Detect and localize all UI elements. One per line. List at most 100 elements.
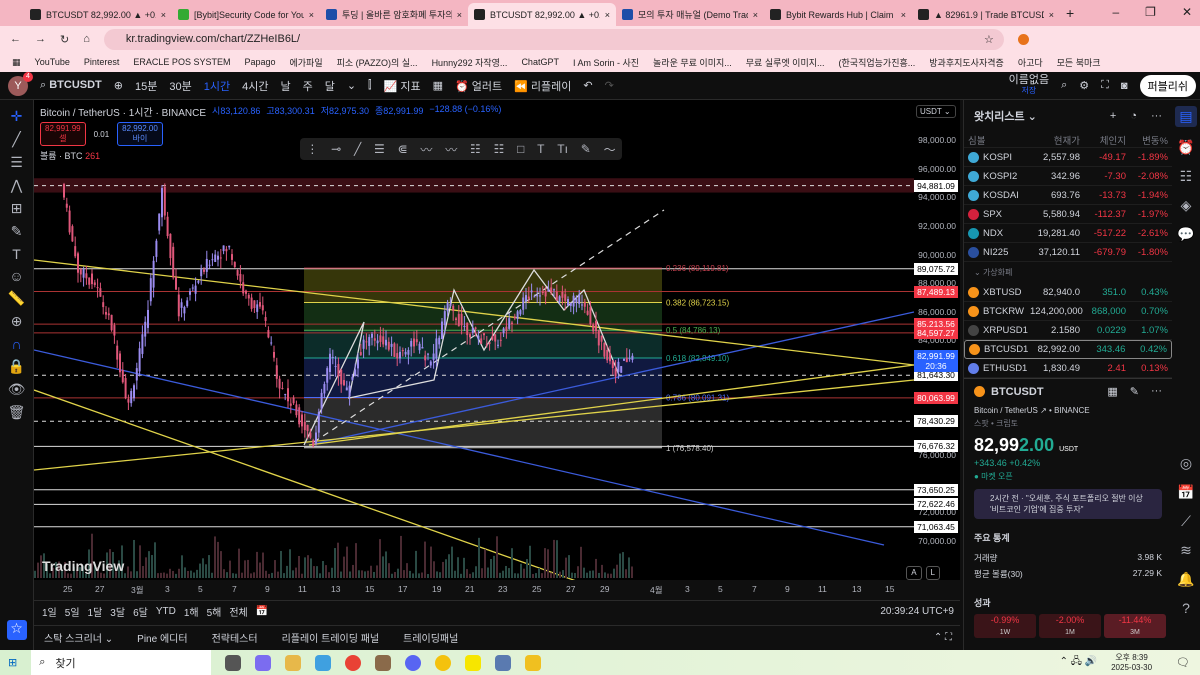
currency-select[interactable]: USDT ⌄ [916, 105, 956, 118]
close-icon[interactable]: × [161, 10, 166, 20]
home-icon[interactable]: ⌂ [83, 33, 90, 45]
path-icon[interactable]: 〜 [604, 141, 616, 158]
hide-drawings-icon[interactable]: 👁 [8, 381, 26, 398]
bookmark[interactable]: 방과후지도사자격증 [929, 56, 1004, 69]
bookmark[interactable]: I Am Sorin - 사진 [573, 56, 639, 69]
copilot-icon[interactable] [255, 654, 272, 671]
buy-button[interactable]: 82,992.00 바이 [117, 122, 163, 146]
trash-icon[interactable]: 🗑 [8, 404, 26, 421]
calculator-icon[interactable] [495, 654, 512, 671]
apps-icon[interactable]: ▦ [12, 57, 21, 68]
price-axis[interactable]: USDT ⌄ 98,000.00 96,000.00 94,000.00 92,000… [34, 100, 960, 580]
ideas-icon[interactable]: ⟋ [1181, 513, 1191, 530]
media-player-icon[interactable] [435, 654, 452, 671]
interval-30m[interactable]: 30분 [169, 78, 191, 94]
chart-pane[interactable]: 0.236 (89,119.81) 0.382 (86,723.15) 0.5 (8… [33, 100, 960, 675]
chart-pie-icon[interactable]: ◔ [1130, 110, 1137, 122]
tab-replay-trading-panel[interactable]: 리플레이 트레이딩 패널 [282, 630, 380, 645]
app-icon[interactable] [375, 654, 392, 671]
bookmark[interactable]: Hunny292 자작영... [432, 56, 508, 69]
camera-icon[interactable]: ◙ [1121, 80, 1128, 92]
profile-icon[interactable] [1017, 33, 1029, 45]
forward-icon[interactable]: → [35, 33, 46, 45]
bookmark[interactable]: ChatGPT [521, 57, 559, 67]
taskbar-search[interactable]: ⌕ 찾기 [31, 650, 212, 675]
favorites-star-icon[interactable]: ☆ [6, 620, 27, 640]
interval-1h[interactable]: 1시간 [204, 78, 230, 94]
kakaotalk-icon[interactable] [465, 654, 482, 671]
fullscreen-icon[interactable]: ⛶ [1101, 79, 1109, 92]
new-tab-button[interactable]: + [1066, 5, 1074, 21]
lock-drawings-icon[interactable]: 🔒 [8, 358, 25, 375]
indicators-button[interactable]: 📈 지표 [384, 78, 421, 94]
fib-retracement-icon[interactable]: ☷ [470, 142, 481, 156]
forecast-icon[interactable]: ⊞ [11, 200, 23, 217]
tab-stock-screener[interactable]: 스탁 스크리너 ⌄ [44, 630, 113, 645]
perf-1w[interactable]: -0.99% 1W [974, 614, 1036, 638]
watchlist-row[interactable]: BTCUSD1 82,992.00 343.46 0.42% [964, 340, 1172, 359]
candle-type-icon[interactable]: ⫿ [368, 79, 372, 92]
interval-15m[interactable]: 15분 [135, 78, 157, 94]
symbol-name-link[interactable]: Bitcoin / TetherUS [974, 406, 1038, 415]
notifications-bell-icon[interactable]: 🔔 [1177, 571, 1194, 588]
text-icon[interactable]: T [12, 246, 21, 262]
reload-icon[interactable]: ↻ [60, 33, 69, 46]
ruler-icon[interactable]: 📏 [8, 290, 25, 307]
compare-add-icon[interactable]: ⊕ [114, 79, 123, 92]
maximize-button[interactable]: ❐ [1145, 5, 1156, 19]
watchlist-row[interactable]: SPX 5,580.94 -112.37 -1.97% [964, 205, 1172, 224]
edit-icon[interactable]: ✎ [1130, 385, 1139, 398]
redo-icon[interactable]: ↷ [605, 79, 614, 92]
fib-icon[interactable]: ☰ [10, 154, 23, 171]
grid-icon[interactable]: ▦ [1107, 385, 1117, 398]
bookmark[interactable]: 피소 (PAZZO)의 실... [337, 56, 418, 69]
undo-icon[interactable]: ↶ [583, 79, 592, 92]
watchlist-row[interactable]: NDX 19,281.40 -517.22 -2.61% [964, 224, 1172, 243]
close-icon[interactable]: × [753, 10, 758, 20]
browser-tab[interactable]: 투딩 | 올바른 암호화폐 투자의 × [320, 3, 468, 26]
tab-trading-panel[interactable]: 트레이딩패널 [403, 630, 458, 645]
abcd-pattern-icon[interactable]: 〰 [445, 141, 457, 158]
more-icon[interactable]: ··· [1151, 385, 1162, 398]
close-icon[interactable]: × [309, 10, 314, 20]
close-window-button[interactable]: ✕ [1182, 5, 1192, 19]
bookmark[interactable]: (한국직업능가진흥... [839, 56, 916, 69]
bookmark[interactable]: Papago [244, 57, 275, 67]
bookmark[interactable]: Pinterest [84, 57, 120, 67]
chat-icon[interactable]: 💬 [1177, 226, 1194, 243]
watchlist-row[interactable]: KOSDAI 693.76 -13.73 -1.94% [964, 186, 1172, 205]
bookmark-star-icon[interactable]: ☆ [984, 33, 994, 46]
auto-scale-button[interactable]: A [906, 566, 922, 580]
chevron-down-icon[interactable]: ⌄ [347, 79, 356, 92]
pitchfork-icon[interactable]: ⋐ [398, 142, 408, 156]
close-icon[interactable]: × [605, 10, 610, 20]
avatar[interactable]: Y4 [8, 71, 33, 96]
close-icon[interactable]: × [1049, 10, 1054, 20]
add-symbol-icon[interactable]: + [1110, 110, 1116, 122]
watchlist-icon[interactable]: ▤ [1175, 106, 1197, 127]
perf-3m[interactable]: -11.44% 3M [1104, 614, 1166, 638]
object-tree-icon[interactable]: ☷ [1180, 168, 1193, 185]
layout-name-button[interactable]: 이름없음 저장 [1009, 75, 1049, 96]
perf-1m[interactable]: -2.00% 1M [1039, 614, 1101, 638]
bookmark[interactable]: 무료 실루엣 이미지... [746, 56, 825, 69]
file-explorer-icon[interactable] [285, 654, 302, 671]
publish-button[interactable]: 퍼블리쉬 [1139, 74, 1196, 97]
browser-tab-active[interactable]: BTCUSDT 82,992.00 ▲ +0.42%× [468, 3, 616, 26]
watchlist-row[interactable]: KOSPI 2,557.98 -49.17 -1.89% [964, 148, 1172, 167]
collapse-panel-icon[interactable]: ⌃ ⛶ [934, 632, 952, 643]
range-5d[interactable]: 5일 [65, 604, 80, 619]
horizontal-ray-icon[interactable]: ⊸ [331, 142, 341, 156]
close-icon[interactable]: × [457, 10, 462, 20]
quick-search-icon[interactable]: ⌕ [1061, 79, 1067, 92]
bookmark[interactable]: YouTube [35, 57, 70, 67]
crosshair-icon[interactable]: ✛ [11, 108, 23, 125]
watchlist-row[interactable]: NI225 37,120.11 -679.79 -1.80% [964, 243, 1172, 262]
watchlist-row[interactable]: BTCKRW 124,200,000 868,000 0.70% [964, 302, 1172, 321]
task-view-icon[interactable] [225, 654, 242, 671]
symbol-search[interactable]: ⌕ BTCUSDT [40, 79, 102, 92]
tab-strategy-tester[interactable]: 전략테스터 [212, 630, 258, 645]
parallel-channel-icon[interactable]: ☰ [374, 142, 385, 156]
all-bookmarks[interactable]: 모든 북마크 [1057, 56, 1101, 69]
watchlist-row[interactable]: KOSPI2 342.96 -7.30 -2.08% [964, 167, 1172, 186]
